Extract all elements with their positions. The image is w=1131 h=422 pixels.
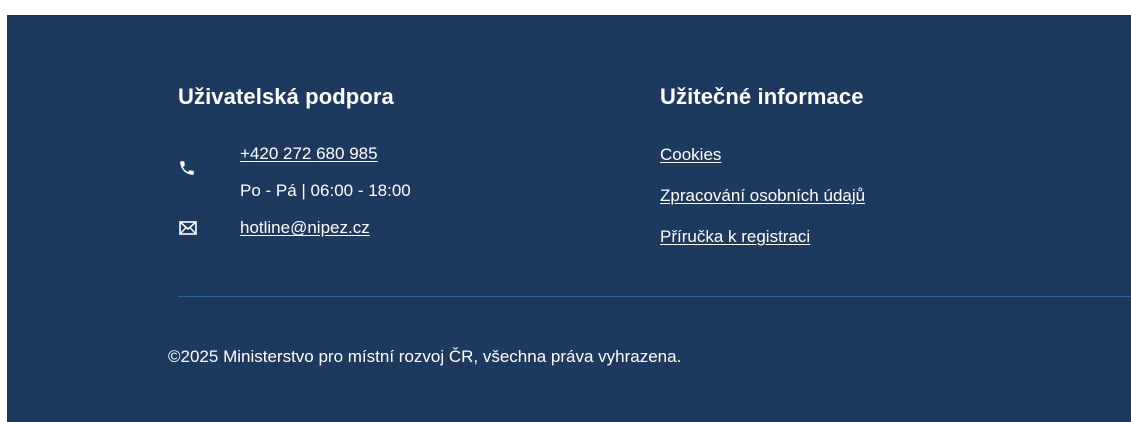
useful-info-title: Užitečné informace	[660, 84, 864, 109]
phone-link[interactable]: +420 272 680 985	[240, 144, 378, 164]
phone-icon	[180, 161, 194, 175]
footer-divider	[178, 296, 1131, 297]
support-hours: Po - Pá | 06:00 - 18:00	[240, 181, 411, 200]
envelope-icon	[179, 221, 197, 235]
registration-guide-link[interactable]: Příručka k registraci	[660, 227, 810, 247]
email-link[interactable]: hotline@nipez.cz	[240, 218, 370, 238]
footer: Uživatelská podpora +420 272 680 985 Po …	[7, 15, 1131, 422]
personal-data-link[interactable]: Zpracování osobních údajů	[660, 186, 865, 206]
support-title: Uživatelská podpora	[178, 84, 394, 109]
cookies-link[interactable]: Cookies	[660, 145, 721, 165]
copyright-text: ©2025 Ministerstvo pro místní rozvoj ČR,…	[168, 347, 682, 366]
